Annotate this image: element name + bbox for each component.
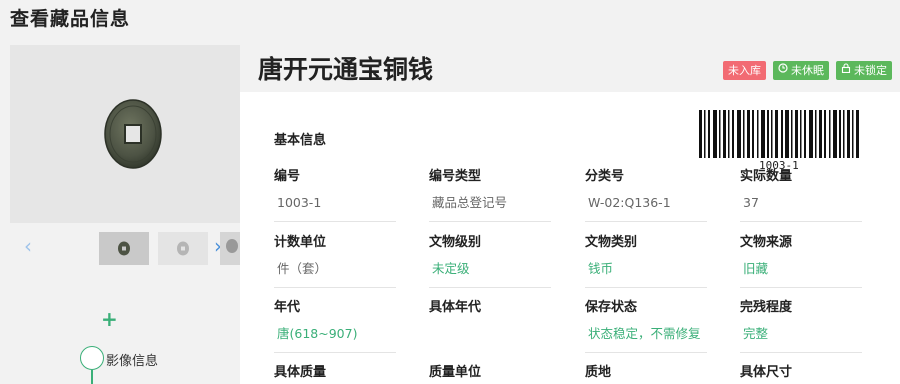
timeline-label-image-info[interactable]: 影像信息 [106, 350, 158, 369]
field-label: 质地 [585, 365, 612, 380]
status-tags: 未入库 未休眠 未锁定 [723, 61, 892, 80]
field-label: 文物来源 [740, 235, 793, 250]
page-title: 查看藏品信息 [10, 8, 131, 30]
barcode [699, 110, 859, 158]
field-value: 状态稳定，不需修复 [585, 324, 707, 353]
field-actual-quantity: 实际数量 37 [740, 165, 862, 222]
field-label: 具体尺寸 [740, 365, 793, 380]
section-title: 基本信息 [274, 133, 327, 148]
chevron-left-icon[interactable]: ‹ [24, 236, 32, 256]
field-label: 实际数量 [740, 169, 793, 184]
thumbnail-strip: ‹ › [10, 230, 240, 268]
field-label: 计数单位 [274, 235, 327, 250]
field-value: W-02:Q136-1 [585, 193, 707, 222]
field-value: 1003-1 [274, 193, 396, 222]
status-badge-label: 未入库 [728, 64, 761, 77]
field-era: 年代 唐(618~907) [274, 296, 396, 353]
basic-info-card: 基本信息 1003-1 编号 1003-1 编号类型 藏品总登记号 分类号 W-… [240, 92, 900, 384]
field-value: 件（套） [274, 259, 396, 288]
lock-icon [841, 61, 851, 80]
field-value: 钱币 [585, 259, 707, 288]
field-number: 编号 1003-1 [274, 165, 396, 222]
plus-icon[interactable]: + [101, 309, 118, 329]
field-value [429, 324, 551, 353]
field-value: 未定级 [429, 259, 551, 288]
timeline-line [91, 370, 93, 384]
field-label: 文物级别 [429, 235, 482, 250]
coin-image [104, 99, 162, 169]
field-value: 藏品总登记号 [429, 193, 551, 222]
field-label: 保存状态 [585, 300, 638, 315]
clock-icon [778, 61, 788, 80]
field-label: 年代 [274, 300, 301, 315]
field-value: 旧藏 [740, 259, 862, 288]
thumbnail[interactable] [158, 232, 208, 265]
field-specific-era: 具体年代 [429, 296, 551, 353]
field-completeness: 完残程度 完整 [740, 296, 862, 353]
field-label: 质量单位 [429, 365, 482, 380]
field-value: 完整 [740, 324, 862, 353]
field-classification-number: 分类号 W-02:Q136-1 [585, 165, 707, 222]
field-specific-mass: 具体质量 [274, 361, 396, 380]
field-value: 37 [740, 193, 862, 222]
thumbnail[interactable] [99, 232, 149, 265]
field-number-type: 编号类型 藏品总登记号 [429, 165, 551, 222]
field-label: 编号 [274, 169, 301, 184]
status-badge-label: 未锁定 [854, 64, 887, 77]
field-label: 具体质量 [274, 365, 327, 380]
main-image[interactable] [10, 45, 240, 223]
item-title: 唐开元通宝铜钱 [258, 55, 434, 84]
field-label: 完残程度 [740, 300, 793, 315]
field-material: 质地 [585, 361, 707, 380]
thumbnail[interactable] [220, 232, 240, 265]
field-label: 文物类别 [585, 235, 638, 250]
status-badge-label: 未休眠 [791, 64, 824, 77]
field-label: 分类号 [585, 169, 625, 184]
field-label: 编号类型 [429, 169, 482, 184]
field-relic-source: 文物来源 旧藏 [740, 231, 862, 288]
field-mass-unit: 质量单位 [429, 361, 551, 380]
status-badge-not-locked: 未锁定 [836, 61, 892, 80]
field-label: 具体年代 [429, 300, 482, 315]
field-relic-category: 文物类别 钱币 [585, 231, 707, 288]
status-badge-not-dormant: 未休眠 [773, 61, 829, 80]
field-count-unit: 计数单位 件（套） [274, 231, 396, 288]
field-specific-size: 具体尺寸 [740, 361, 862, 380]
field-preservation-status: 保存状态 状态稳定，不需修复 [585, 296, 707, 353]
status-badge-not-stored: 未入库 [723, 61, 766, 80]
field-relic-level: 文物级别 未定级 [429, 231, 551, 288]
field-value: 唐(618~907) [274, 324, 396, 353]
timeline-node[interactable] [80, 346, 104, 370]
